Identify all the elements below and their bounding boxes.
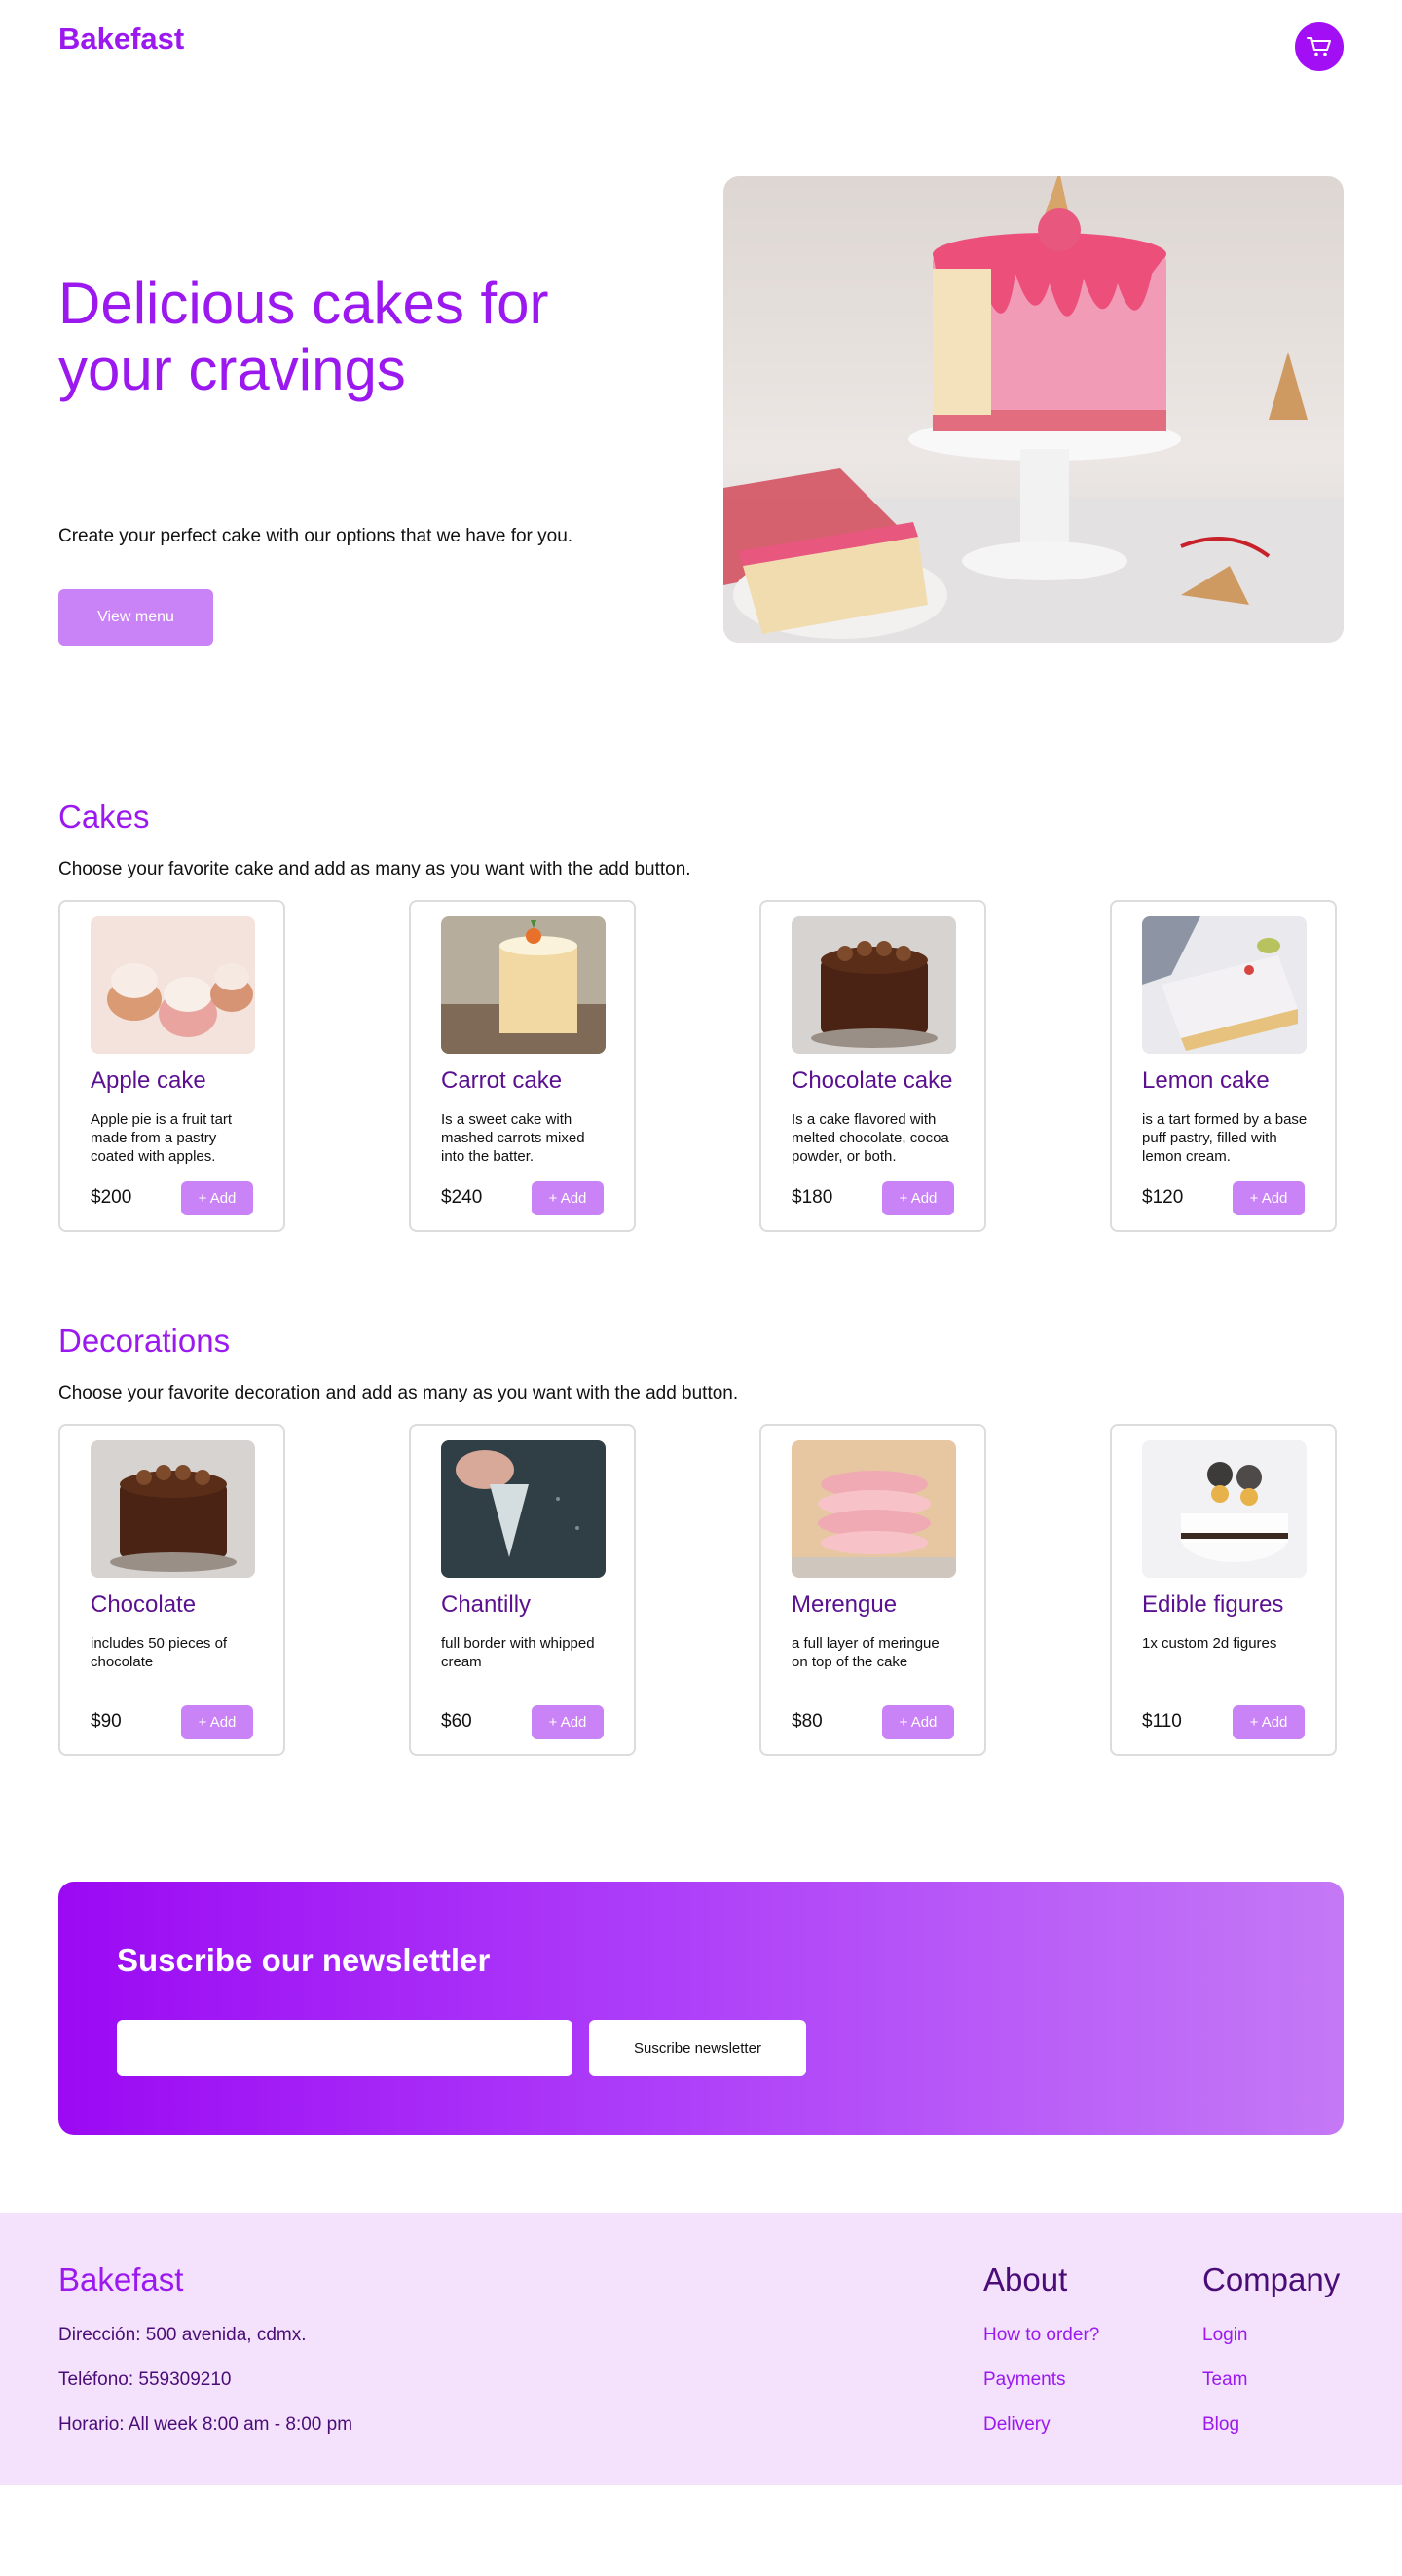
hero-title: Delicious cakes for your cravings (58, 271, 549, 402)
cart-icon (1307, 37, 1331, 56)
card-title: Chocolate cake (792, 1067, 953, 1094)
card-title: Lemon cake (1142, 1067, 1270, 1094)
card-price: $60 (441, 1711, 472, 1732)
carrot-cake-image (441, 916, 606, 1054)
cakes-description: Choose your favorite cake and add as man… (58, 859, 691, 879)
merengue-image (792, 1440, 956, 1578)
product-card: Lemon cake is a tart formed by a base pu… (1110, 900, 1337, 1232)
product-card: Carrot cake Is a sweet cake with mashed … (409, 900, 636, 1232)
card-price: $120 (1142, 1187, 1184, 1208)
footer-address: Dirección: 500 avenida, cdmx. (58, 2325, 307, 2345)
product-card: Edible figures 1x custom 2d figures $110… (1110, 1424, 1337, 1756)
card-price: $110 (1142, 1711, 1182, 1732)
product-card: Chocolate cake Is a cake flavored with m… (759, 900, 986, 1232)
add-button[interactable]: + Add (882, 1181, 954, 1215)
add-button[interactable]: + Add (532, 1181, 604, 1215)
hero-section: Delicious cakes for your cravings Create… (58, 97, 1344, 799)
chocolate-decoration-image (91, 1440, 255, 1578)
cakes-section: Cakes Choose your favorite cake and add … (58, 799, 1344, 1233)
card-title: Chocolate (91, 1591, 197, 1618)
footer-hours: Horario: All week 8:00 am - 8:00 pm (58, 2414, 353, 2435)
newsletter-wrapper: Suscribe our newslettler Suscribe newsle… (0, 1882, 1402, 2135)
card-description: 1x custom 2d figures (1142, 1635, 1277, 1652)
newsletter-title: Suscribe our newslettler (117, 1942, 491, 1978)
cakes-title: Cakes (58, 799, 150, 835)
card-price: $180 (792, 1187, 833, 1208)
footer-link-payments[interactable]: Payments (983, 2370, 1065, 2391)
add-button[interactable]: + Add (882, 1705, 954, 1739)
decorations-grid: Chocolate includes 50 pieces of chocolat… (58, 1424, 1344, 1757)
footer-company-title: Company (1202, 2261, 1341, 2297)
footer-link-how-to-order[interactable]: How to order? (983, 2325, 1099, 2346)
hero-cake-image (723, 176, 1344, 643)
card-description: a full layer of meringue on top of the c… (792, 1635, 940, 1670)
add-button[interactable]: + Add (181, 1705, 253, 1739)
subscribe-button[interactable]: Suscribe newsletter (589, 2020, 806, 2076)
footer-link-team[interactable]: Team (1202, 2370, 1247, 2391)
card-price: $240 (441, 1187, 483, 1208)
product-card: Apple cake Apple pie is a fruit tart mad… (58, 900, 285, 1232)
product-card: Merengue a full layer of meringue on top… (759, 1424, 986, 1756)
footer-link-delivery[interactable]: Delivery (983, 2414, 1051, 2436)
card-description: is a tart formed by a base puff pastry, … (1142, 1111, 1308, 1165)
footer-about-title: About (983, 2261, 1068, 2297)
add-button[interactable]: + Add (181, 1181, 253, 1215)
hero-subtitle: Create your perfect cake with our option… (58, 526, 573, 546)
view-menu-button[interactable]: View menu (58, 589, 213, 646)
add-button[interactable]: + Add (1233, 1705, 1305, 1739)
card-description: full border with whipped cream (441, 1635, 595, 1670)
product-card: Chocolate includes 50 pieces of chocolat… (58, 1424, 285, 1756)
add-button[interactable]: + Add (532, 1705, 604, 1739)
cakes-grid: Apple cake Apple pie is a fruit tart mad… (58, 900, 1344, 1233)
product-card: Chantilly full border with whipped cream… (409, 1424, 636, 1756)
chantilly-image (441, 1440, 606, 1578)
footer-link-login[interactable]: Login (1202, 2325, 1248, 2346)
edible-figures-image (1142, 1440, 1307, 1578)
card-description: Apple pie is a fruit tart made from a pa… (91, 1111, 233, 1165)
lemon-cake-image (1142, 916, 1307, 1054)
cart-button[interactable] (1295, 22, 1344, 71)
chocolate-cake-image (792, 916, 956, 1054)
card-title: Merengue (792, 1591, 898, 1618)
site-footer: Bakefast Dirección: 500 avenida, cdmx. T… (0, 2213, 1402, 2485)
site-header: Bakefast (58, 0, 1344, 97)
card-title: Chantilly (441, 1591, 532, 1618)
decorations-description: Choose your favorite decoration and add … (58, 1383, 739, 1403)
card-description: Is a sweet cake with mashed carrots mixe… (441, 1111, 585, 1165)
footer-phone: Teléfono: 559309210 (58, 2370, 232, 2390)
newsletter-email-input[interactable] (117, 2020, 572, 2076)
card-price: $90 (91, 1711, 122, 1732)
footer-brand: Bakefast (58, 2261, 184, 2297)
card-title: Edible figures (1142, 1591, 1284, 1618)
card-price: $80 (792, 1711, 823, 1732)
apple-cake-image (91, 916, 255, 1054)
decorations-title: Decorations (58, 1323, 231, 1359)
card-title: Apple cake (91, 1067, 206, 1094)
add-button[interactable]: + Add (1233, 1181, 1305, 1215)
card-description: Is a cake flavored with melted chocolate… (792, 1111, 949, 1165)
newsletter-banner: Suscribe our newslettler Suscribe newsle… (58, 1882, 1344, 2135)
card-description: includes 50 pieces of chocolate (91, 1635, 228, 1670)
footer-link-blog[interactable]: Blog (1202, 2414, 1239, 2436)
decorations-section: Decorations Choose your favorite decorat… (58, 1323, 1344, 1757)
card-title: Carrot cake (441, 1067, 563, 1094)
brand-logo[interactable]: Bakefast (58, 21, 184, 56)
card-price: $200 (91, 1187, 132, 1208)
